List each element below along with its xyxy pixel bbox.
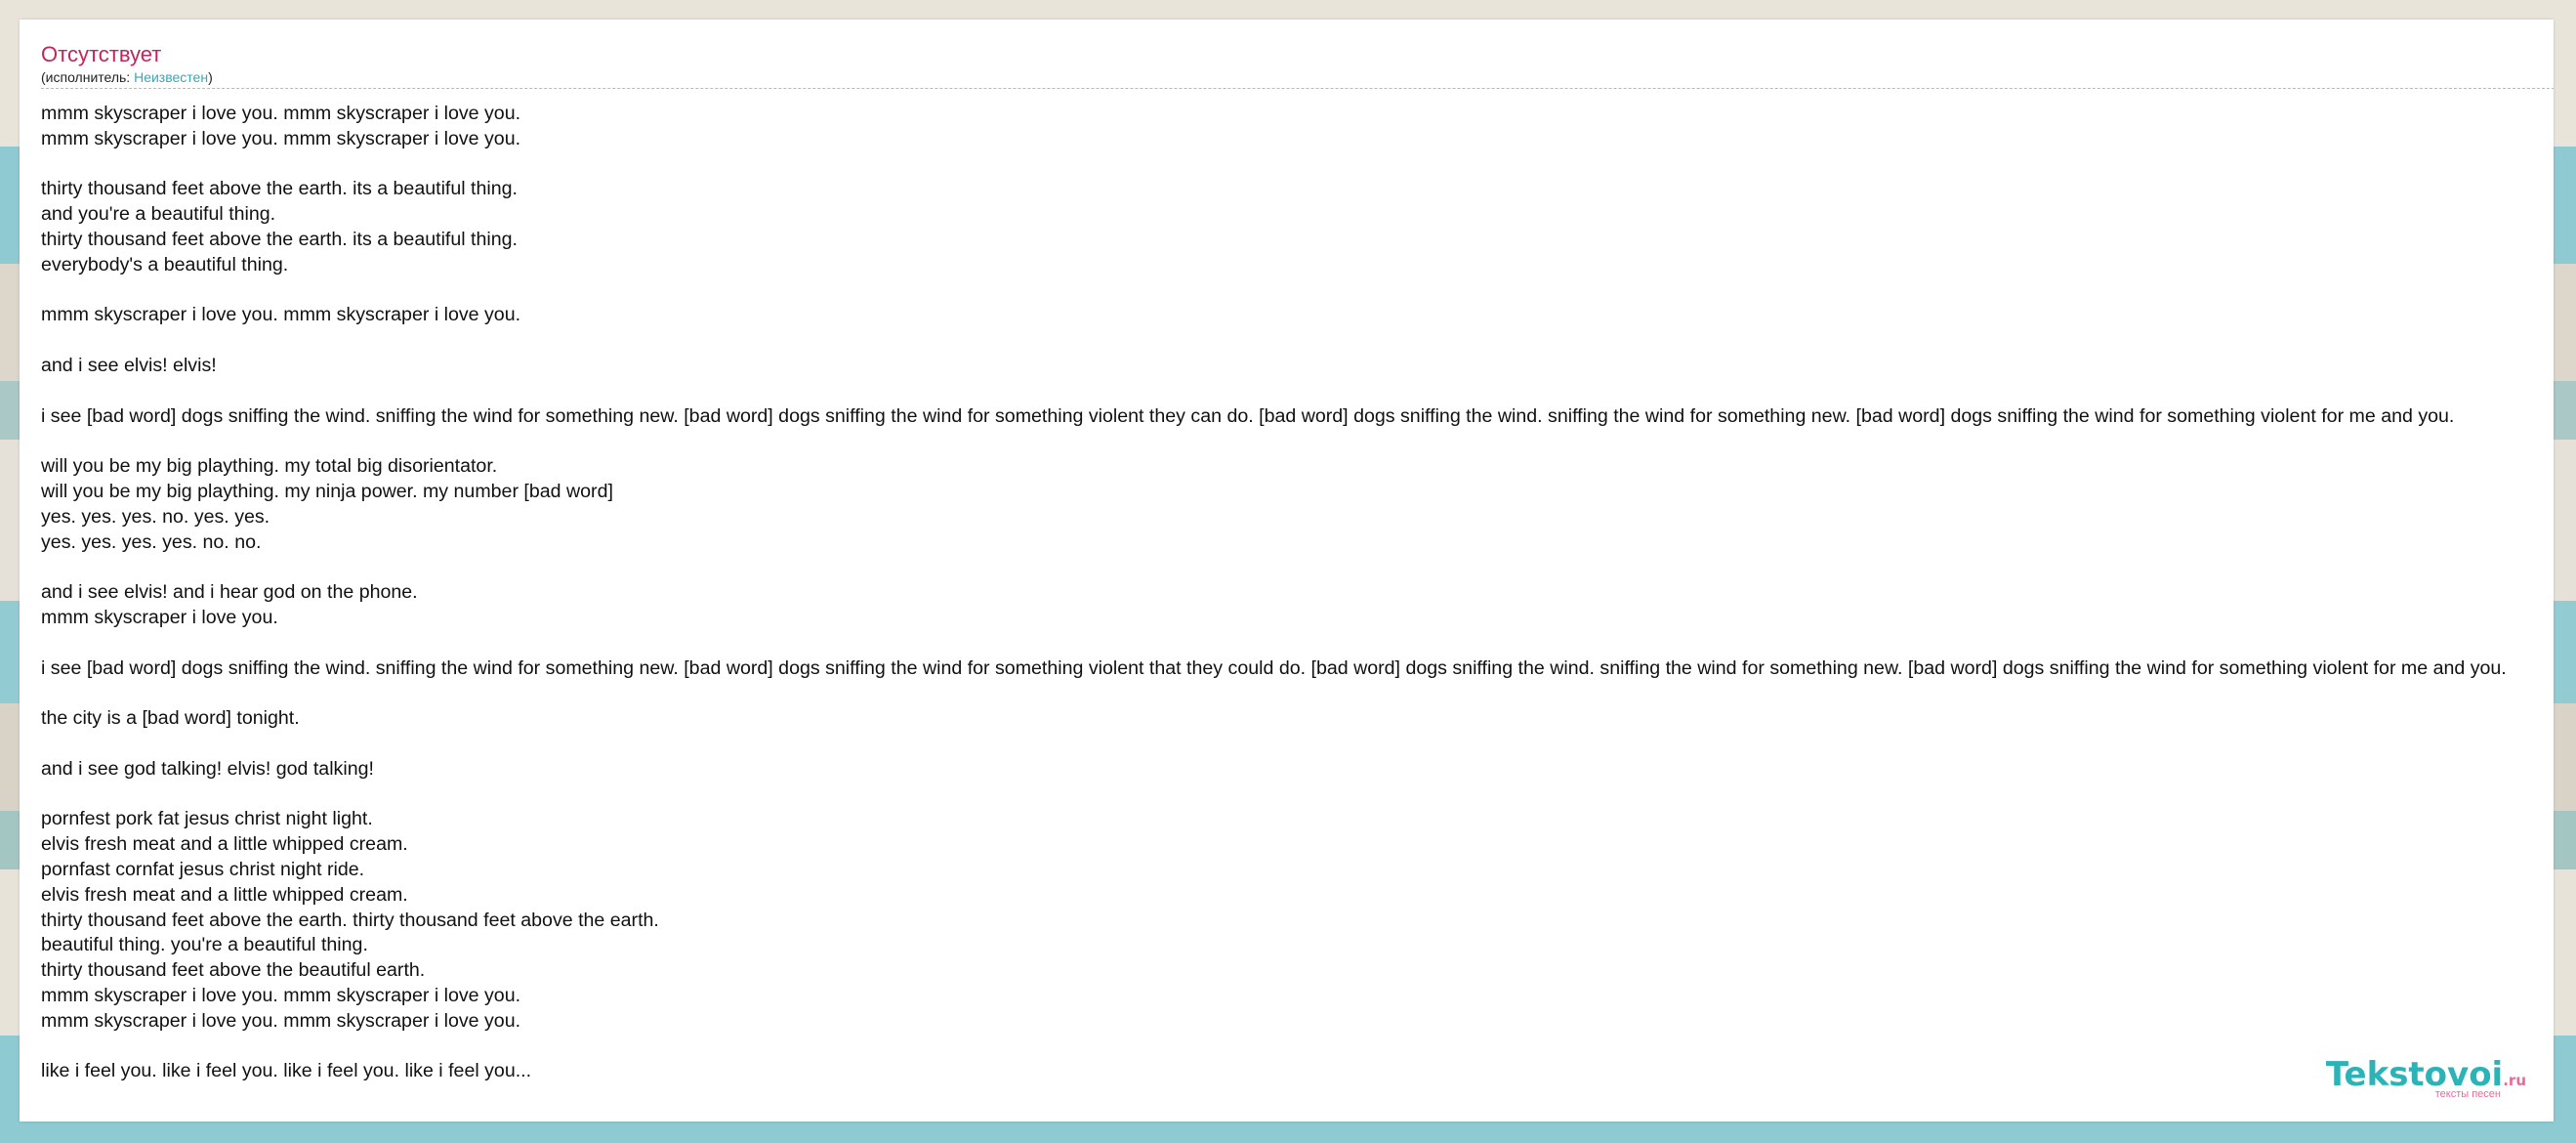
lyric-line: i see [bad word] dogs sniffing the wind.… bbox=[41, 404, 2455, 427]
artist-line: (исполнитель: Неизвестен) bbox=[41, 68, 2554, 86]
lyric-line: and you're a beautiful thing. bbox=[41, 203, 276, 226]
lyric-line bbox=[41, 152, 2554, 178]
song-header: Отсутствует (исполнитель: Неизвестен) bbox=[41, 41, 2554, 89]
lyric-line bbox=[41, 1034, 2554, 1059]
lyric-line: yes. yes. yes. no. yes. yes. bbox=[41, 505, 270, 528]
lyric-line: and i see elvis! elvis! bbox=[41, 354, 217, 376]
lyric-line: elvis fresh meat and a little whipped cr… bbox=[41, 833, 408, 856]
lyric-line: pornfest pork fat jesus christ night lig… bbox=[41, 808, 373, 830]
site-logo[interactable]: Tekstovoi.ru тексты песен bbox=[2326, 1058, 2526, 1100]
artist-link[interactable]: Неизвестен bbox=[134, 69, 208, 85]
lyric-line bbox=[41, 783, 2554, 808]
lyric-line: and i see god talking! elvis! god talkin… bbox=[41, 757, 374, 780]
lyric-line bbox=[41, 379, 2554, 404]
lyric-line bbox=[41, 328, 2554, 354]
lyric-line bbox=[41, 631, 2554, 656]
lyric-line: pornfast cornfat jesus christ night ride… bbox=[41, 858, 365, 880]
lyric-line: yes. yes. yes. yes. no. no. bbox=[41, 530, 262, 553]
lyric-line: mmm skyscraper i love you. mmm skyscrape… bbox=[41, 127, 521, 149]
lyric-line bbox=[41, 555, 2554, 580]
lyric-line: i see [bad word] dogs sniffing the wind.… bbox=[41, 656, 2507, 679]
lyric-line: thirty thousand feet above the beautiful… bbox=[41, 959, 426, 982]
lyric-line bbox=[41, 429, 2554, 454]
lyric-line: thirty thousand feet above the earth. th… bbox=[41, 909, 659, 931]
lyric-line: will you be my big plaything. my total b… bbox=[41, 455, 498, 478]
lyric-line: thirty thousand feet above the earth. it… bbox=[41, 178, 518, 200]
lyric-line: everybody's a beautiful thing. bbox=[41, 253, 289, 275]
lyric-line bbox=[41, 278, 2554, 304]
lyric-line: like i feel you. like i feel you. like i… bbox=[41, 1060, 532, 1082]
lyric-line: the city is a [bad word] tonight. bbox=[41, 707, 300, 730]
lyric-line: mmm skyscraper i love you. mmm skyscrape… bbox=[41, 103, 521, 124]
artist-prefix: (исполнитель: bbox=[41, 69, 135, 85]
lyric-line: elvis fresh meat and a little whipped cr… bbox=[41, 883, 408, 906]
lyric-line: mmm skyscraper i love you. bbox=[41, 606, 278, 628]
content-panel: Отсутствует (исполнитель: Неизвестен) mm… bbox=[20, 20, 2554, 1122]
logo-tld: .ru bbox=[2503, 1072, 2526, 1089]
lyric-line: and i see elvis! and i hear god on the p… bbox=[41, 581, 418, 604]
lyric-line: mmm skyscraper i love you. mmm skyscrape… bbox=[41, 1009, 521, 1032]
lyric-line: mmm skyscraper i love you. mmm skyscrape… bbox=[41, 304, 521, 326]
lyric-line bbox=[41, 732, 2554, 757]
lyric-line: beautiful thing. you're a beautiful thin… bbox=[41, 934, 368, 956]
lyric-line: thirty thousand feet above the earth. it… bbox=[41, 228, 518, 250]
lyric-line: mmm skyscraper i love you. mmm skyscrape… bbox=[41, 984, 521, 1006]
artist-suffix: ) bbox=[208, 69, 213, 85]
song-title: Отсутствует bbox=[41, 42, 162, 66]
lyrics-text: mmm skyscraper i love you. mmm skyscrape… bbox=[41, 102, 2554, 1084]
lyric-line bbox=[41, 681, 2554, 706]
lyric-line: will you be my big plaything. my ninja p… bbox=[41, 480, 613, 502]
